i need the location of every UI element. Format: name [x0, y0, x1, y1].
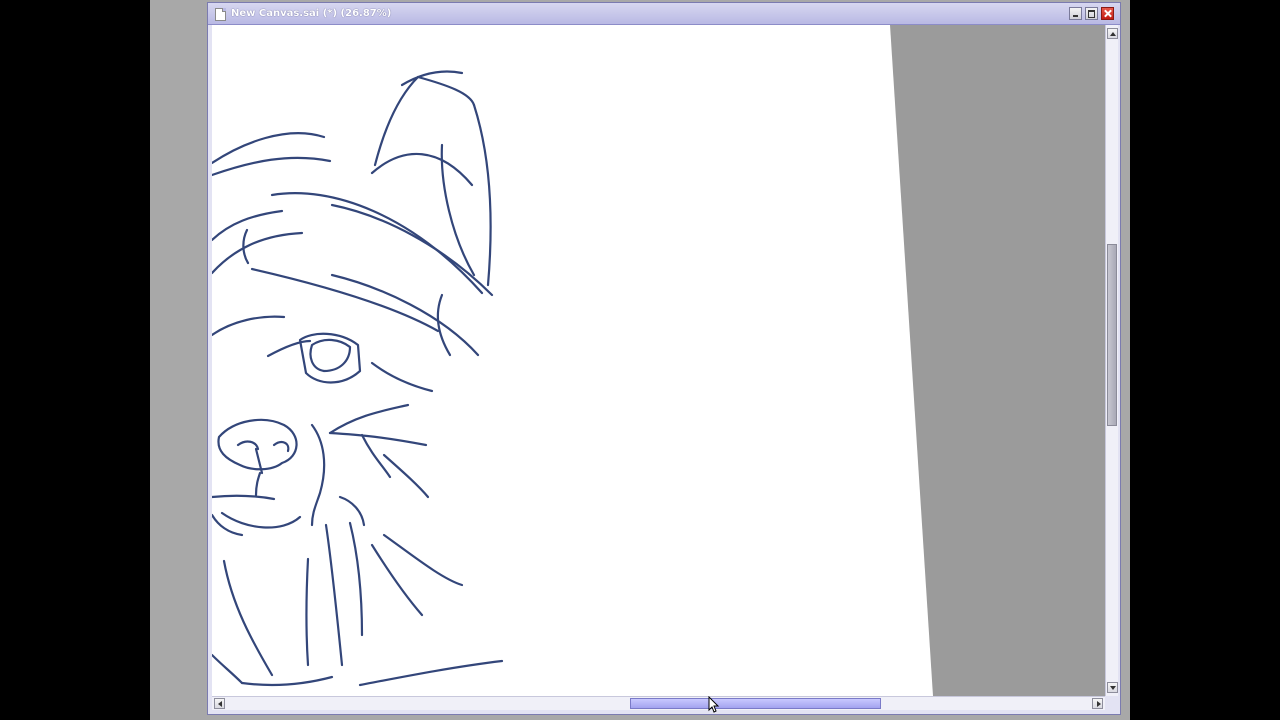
scroll-right-button[interactable]: [1092, 698, 1103, 709]
arrow-right-icon: [1097, 701, 1104, 707]
scroll-down-button[interactable]: [1107, 682, 1118, 693]
arrow-up-icon: [1110, 29, 1116, 36]
vertical-scroll-thumb[interactable]: [1107, 244, 1117, 426]
scrollbar-corner: [1105, 696, 1118, 710]
horizontal-scroll-thumb[interactable]: [630, 698, 881, 709]
scroll-up-button[interactable]: [1107, 28, 1118, 39]
mouse-cursor-icon: [708, 696, 720, 713]
canvas-window: New Canvas.sai (*) (26.87%): [207, 2, 1121, 715]
maximize-button[interactable]: [1085, 7, 1098, 20]
scroll-left-button[interactable]: [214, 698, 225, 709]
arrow-left-icon: [215, 701, 222, 707]
window-title: New Canvas.sai (*) (26.87%): [231, 8, 392, 19]
close-button[interactable]: [1101, 7, 1114, 20]
window-titlebar[interactable]: New Canvas.sai (*) (26.87%): [208, 3, 1120, 25]
drawing-canvas[interactable]: [212, 25, 1105, 696]
arrow-down-icon: [1110, 686, 1116, 693]
vertical-scrollbar[interactable]: [1105, 25, 1118, 696]
horizontal-scrollbar[interactable]: [212, 696, 1105, 710]
paper-sheet[interactable]: [212, 25, 933, 696]
document-icon: [215, 8, 226, 21]
canvas-svg[interactable]: [212, 25, 1105, 696]
minimize-button[interactable]: [1069, 7, 1082, 20]
